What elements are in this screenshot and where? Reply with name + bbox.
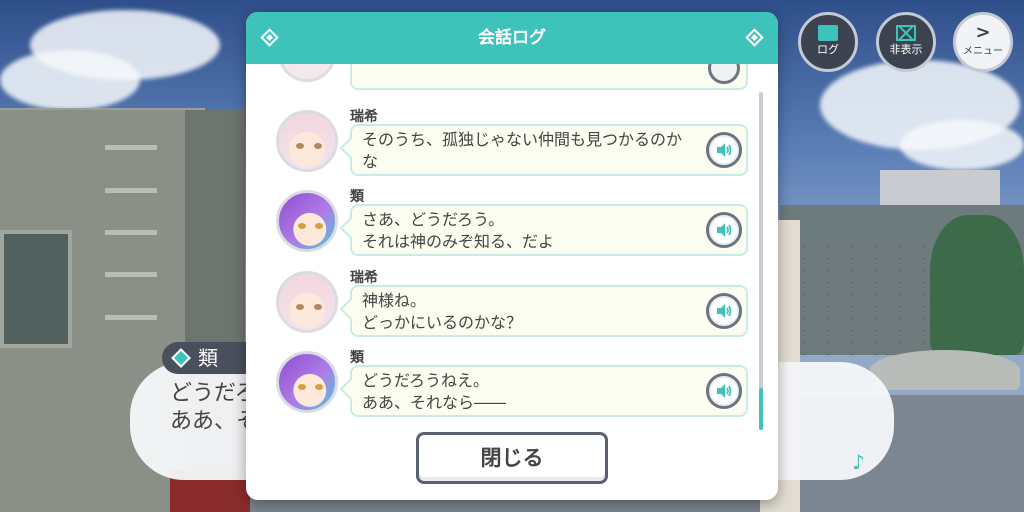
- avatar: [278, 64, 336, 82]
- log-entry: 瑞希 そのうち、孤独じゃない仲間も見つかるのか な: [246, 109, 778, 190]
- close-button[interactable]: 閉じる: [416, 432, 608, 484]
- ladder-rung: [105, 272, 157, 277]
- avatar-eye: [296, 143, 304, 149]
- log-button-label: ログ: [817, 43, 839, 56]
- speaker-icon: [717, 304, 732, 318]
- speaker-name: 瑞希: [350, 270, 378, 286]
- scrollbar-thumb[interactable]: [759, 388, 763, 430]
- message-bubble: どうだろうねえ。 ああ、それなら――: [350, 365, 748, 417]
- cloud: [900, 120, 1024, 170]
- log-entry: 瑞希 神様ね。 どっかにいるのかな？: [246, 270, 778, 351]
- dialogue-text: どうだろ ああ、そ: [170, 380, 258, 436]
- hide-ui-button[interactable]: 非表示: [876, 12, 936, 72]
- avatar-eye: [298, 384, 306, 390]
- structure-window: [0, 230, 72, 348]
- hide-icon: [896, 25, 916, 41]
- log-icon: [818, 25, 838, 41]
- play-voice-button[interactable]: [706, 212, 742, 248]
- hide-button-label: 非表示: [889, 43, 923, 56]
- menu-arrow-icon: >: [975, 22, 991, 43]
- speaker-name: 類: [350, 350, 364, 366]
- rooftop-bench: [870, 350, 1020, 390]
- conversation-log-modal: 会話ログ 瑞希 そのうち、孤独じゃない仲間も見つかるのか な 類 さあ、どうだろ…: [246, 12, 778, 500]
- message-bubble: そのうち、孤独じゃない仲間も見つかるのか な: [350, 124, 748, 176]
- play-voice-button[interactable]: [706, 373, 742, 409]
- menu-button[interactable]: > メニュー: [953, 12, 1013, 72]
- modal-title: 会話ログ: [478, 28, 546, 48]
- avatar: [276, 110, 338, 172]
- message-bubble: さあ、どうだろう。 それは神のみぞ知る、だよ: [350, 204, 748, 256]
- ladder-rung: [105, 315, 157, 320]
- ladder-rung: [105, 145, 157, 150]
- dialogue-speaker: 類: [198, 346, 218, 370]
- music-note-icon: ♪: [852, 450, 865, 474]
- log-entry: 類 どうだろうねえ。 ああ、それなら――: [246, 350, 778, 430]
- avatar: [276, 190, 338, 252]
- avatar-eye: [315, 223, 323, 229]
- avatar-eye: [296, 304, 304, 310]
- modal-header: 会話ログ: [246, 12, 778, 64]
- avatar-eye: [315, 384, 323, 390]
- message-bubble: [350, 64, 748, 90]
- dialogue-line-1: どうだろ: [170, 381, 257, 406]
- log-entry: 類 さあ、どうだろう。 それは神のみぞ知る、だよ: [246, 189, 778, 270]
- message-line: どっかにいるのかな？: [362, 313, 523, 332]
- dialogue-line-2: ああ、そ: [170, 409, 259, 434]
- avatar-eye: [314, 143, 322, 149]
- speaker-icon: [717, 143, 732, 157]
- log-button[interactable]: ログ: [798, 12, 858, 72]
- message-line: 神様ね。: [362, 291, 427, 310]
- cloud: [0, 50, 140, 110]
- message-line: さあ、どうだろう。: [362, 210, 505, 229]
- rooftop-fence: [780, 235, 1024, 355]
- play-voice-button[interactable]: [706, 293, 742, 329]
- avatar: [276, 271, 338, 333]
- message-line: ああ、それなら――: [362, 393, 507, 412]
- message-line: それは神のみぞ知る、だよ: [362, 232, 555, 251]
- ladder-rung: [105, 188, 157, 193]
- message-line: な: [362, 152, 379, 171]
- log-list[interactable]: 瑞希 そのうち、孤独じゃない仲間も見つかるのか な 類 さあ、どうだろう。 それ…: [246, 64, 778, 430]
- message-bubble: 神様ね。 どっかにいるのかな？: [350, 285, 748, 337]
- play-voice-button[interactable]: [706, 132, 742, 168]
- speaker-name: 瑞希: [350, 109, 378, 125]
- speaker-icon: [717, 384, 732, 398]
- speaker-name: 類: [350, 189, 364, 205]
- menu-button-label: メニュー: [963, 46, 1003, 57]
- speaker-icon: [717, 223, 732, 237]
- ladder-rung: [105, 230, 157, 235]
- message-line: そのうち、孤独じゃない仲間も見つかるのか: [362, 130, 683, 149]
- avatar-eye: [314, 304, 322, 310]
- avatar: [276, 351, 338, 413]
- avatar-eye: [298, 223, 306, 229]
- message-line: どうだろうねえ。: [362, 371, 490, 390]
- diamond-icon: [171, 348, 191, 368]
- log-scrollbar[interactable]: [759, 92, 763, 430]
